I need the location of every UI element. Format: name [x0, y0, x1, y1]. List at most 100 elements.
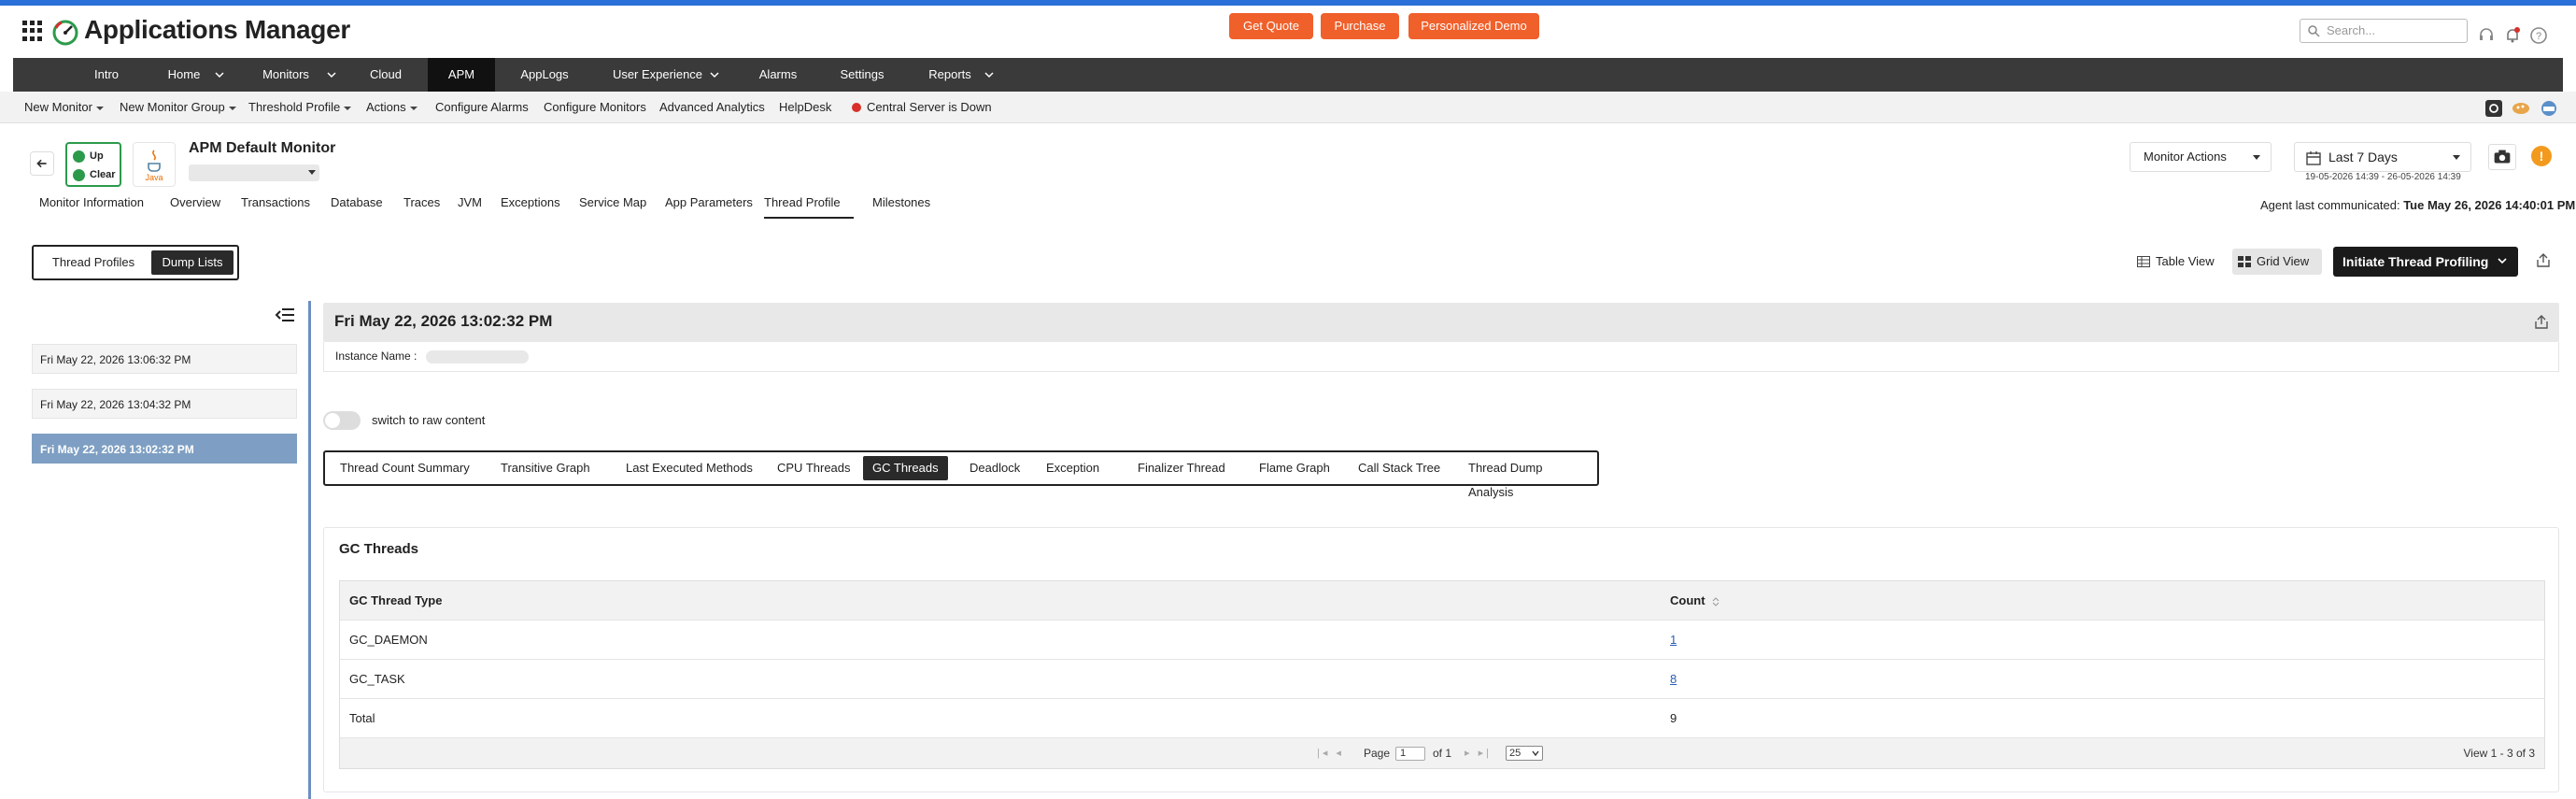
personalized-demo-button[interactable]: Personalized Demo — [1408, 13, 1539, 39]
nav-item-cloud[interactable]: Cloud — [351, 58, 420, 92]
switch-knob — [325, 413, 340, 428]
caret-down-icon — [95, 106, 104, 110]
tab-cpu-threads[interactable]: CPU Threads — [768, 456, 860, 480]
column-header-count[interactable]: Count — [1670, 581, 1720, 621]
headset-icon[interactable] — [2477, 26, 2496, 45]
check-circle-icon — [73, 169, 85, 181]
column-header-type[interactable]: GC Thread Type — [349, 581, 442, 621]
dump-detail-header: Fri May 22, 2026 13:02:32 PM — [323, 303, 2559, 342]
tab-finalizer-thread[interactable]: Finalizer Thread — [1128, 456, 1235, 480]
tab-call-stack-tree[interactable]: Call Stack Tree — [1349, 456, 1450, 480]
user-profile-icon[interactable] — [2539, 99, 2559, 118]
tab-jvm[interactable]: JVM — [458, 193, 482, 219]
table-view-label: Table View — [2156, 254, 2215, 268]
camera-icon[interactable] — [2488, 144, 2516, 170]
tab-flame-graph[interactable]: Flame Graph — [1250, 456, 1339, 480]
configure-monitors-link[interactable]: Configure Monitors — [544, 92, 646, 123]
page-number-input[interactable]: 1 — [1395, 747, 1425, 761]
caret-down-icon — [344, 106, 352, 110]
sub-item-label: New Monitor — [24, 100, 92, 114]
purchase-button[interactable]: Purchase — [1321, 13, 1399, 39]
next-last-page-icon[interactable]: ▸ ▸| — [1465, 738, 1492, 768]
configure-alarms-link[interactable]: Configure Alarms — [435, 92, 529, 123]
dump-list-item[interactable]: Fri May 22, 2026 13:06:32 PM — [32, 344, 297, 374]
export-icon[interactable] — [2535, 252, 2552, 269]
search-input[interactable]: Search... — [2300, 19, 2468, 43]
initiate-thread-profiling-button[interactable]: Initiate Thread Profiling — [2333, 247, 2518, 277]
tab-monitor-information[interactable]: Monitor Information — [39, 193, 144, 219]
tab-app-parameters[interactable]: App Parameters — [665, 193, 753, 219]
rows-per-page-select[interactable]: 25 — [1506, 746, 1543, 761]
back-arrow-icon[interactable] — [30, 151, 54, 176]
chevron-down-icon[interactable] — [710, 71, 719, 78]
monitor-actions-dropdown[interactable]: Monitor Actions — [2130, 142, 2272, 172]
tab-thread-count-summary[interactable]: Thread Count Summary — [331, 456, 479, 480]
grid-view-button[interactable]: Grid View — [2232, 249, 2322, 275]
nav-item-applogs[interactable]: AppLogs — [502, 58, 587, 92]
agent-time: Tue May 26, 2026 14:40:01 PM — [2403, 198, 2576, 212]
tab-transactions[interactable]: Transactions — [241, 193, 310, 219]
table-view-button[interactable]: Table View — [2131, 249, 2215, 275]
gc-thread-type: Total — [349, 711, 375, 725]
tab-exceptions[interactable]: Exceptions — [501, 193, 560, 219]
tab-deadlock[interactable]: Deadlock — [960, 456, 1029, 480]
first-prev-page-icon[interactable]: |◂ ◂ — [1317, 738, 1344, 768]
tab-transitive-graph[interactable]: Transitive Graph — [491, 456, 600, 480]
new-monitor-group-menu[interactable]: New Monitor Group — [120, 92, 236, 123]
gc-thread-count-link[interactable]: 1 — [1670, 621, 1677, 660]
theme-palette-icon[interactable] — [2511, 99, 2531, 118]
page-label: Page — [1364, 747, 1391, 760]
nav-item-user-experience[interactable]: User Experience — [592, 58, 723, 92]
actions-menu[interactable]: Actions — [366, 92, 418, 123]
gc-thread-count-link[interactable]: 8 — [1670, 660, 1677, 699]
nav-item-intro[interactable]: Intro — [69, 58, 144, 92]
monitor-selector[interactable] — [189, 164, 319, 181]
instance-label: Instance Name : — [335, 350, 418, 363]
warning-icon[interactable]: ! — [2531, 146, 2552, 166]
tab-last-executed-methods[interactable]: Last Executed Methods — [616, 456, 762, 480]
monitor-tabs: Monitor Information Overview Transaction… — [0, 193, 2576, 221]
tab-milestones[interactable]: Milestones — [872, 193, 930, 219]
helpdesk-link[interactable]: HelpDesk — [779, 92, 831, 123]
caret-down-icon[interactable] — [308, 170, 316, 175]
new-monitor-menu[interactable]: New Monitor — [24, 92, 104, 123]
app-header: Applications Manager Get Quote Purchase … — [0, 6, 2576, 58]
dump-list-item[interactable]: Fri May 22, 2026 13:04:32 PM — [32, 389, 297, 419]
period-dropdown[interactable]: Last 7 Days — [2294, 142, 2471, 172]
get-quote-button[interactable]: Get Quote — [1229, 13, 1313, 39]
collapse-sidebar-icon[interactable] — [275, 307, 295, 323]
chevron-down-icon[interactable] — [215, 71, 224, 78]
dump-lists-button[interactable]: Dump Lists — [151, 250, 234, 275]
column-header-count-label: Count — [1670, 593, 1706, 607]
export-icon[interactable] — [2533, 314, 2550, 331]
thread-profiles-button[interactable]: Thread Profiles — [39, 250, 148, 275]
chevron-down-icon[interactable] — [984, 71, 994, 78]
nav-item-monitors[interactable]: Monitors — [247, 58, 325, 92]
tab-service-map[interactable]: Service Map — [579, 193, 646, 219]
dump-list-item-selected[interactable]: Fri May 22, 2026 13:02:32 PM — [32, 434, 297, 464]
nav-item-home[interactable]: Home — [153, 58, 215, 92]
central-server-status[interactable]: Central Server is Down — [867, 92, 992, 123]
raw-content-switch[interactable] — [323, 411, 361, 430]
nav-item-reports[interactable]: Reports — [908, 58, 992, 92]
tab-exception[interactable]: Exception — [1037, 456, 1109, 480]
tab-thread-dump-analysis[interactable]: Thread Dump Analysis — [1459, 456, 1597, 499]
settings-icon[interactable] — [2484, 99, 2503, 118]
search-icon — [2308, 25, 2320, 37]
app-grid-icon[interactable] — [22, 21, 43, 41]
bell-icon[interactable] — [2503, 26, 2522, 45]
nav-item-settings[interactable]: Settings — [820, 58, 904, 92]
tab-database[interactable]: Database — [331, 193, 383, 219]
tab-overview[interactable]: Overview — [170, 193, 220, 219]
threshold-profile-menu[interactable]: Threshold Profile — [248, 92, 352, 123]
table-header-row: GC Thread Type Count — [340, 581, 2544, 621]
nav-item-alarms[interactable]: Alarms — [736, 58, 820, 92]
tab-traces[interactable]: Traces — [403, 193, 440, 219]
chevron-down-icon[interactable] — [327, 71, 336, 78]
help-icon[interactable]: ? — [2529, 26, 2548, 45]
tab-gc-threads[interactable]: GC Threads — [863, 456, 948, 480]
chevron-down-icon — [2253, 155, 2260, 160]
advanced-analytics-link[interactable]: Advanced Analytics — [659, 92, 765, 123]
tab-thread-profile[interactable]: Thread Profile — [764, 193, 854, 219]
nav-item-apm[interactable]: APM — [428, 58, 495, 92]
